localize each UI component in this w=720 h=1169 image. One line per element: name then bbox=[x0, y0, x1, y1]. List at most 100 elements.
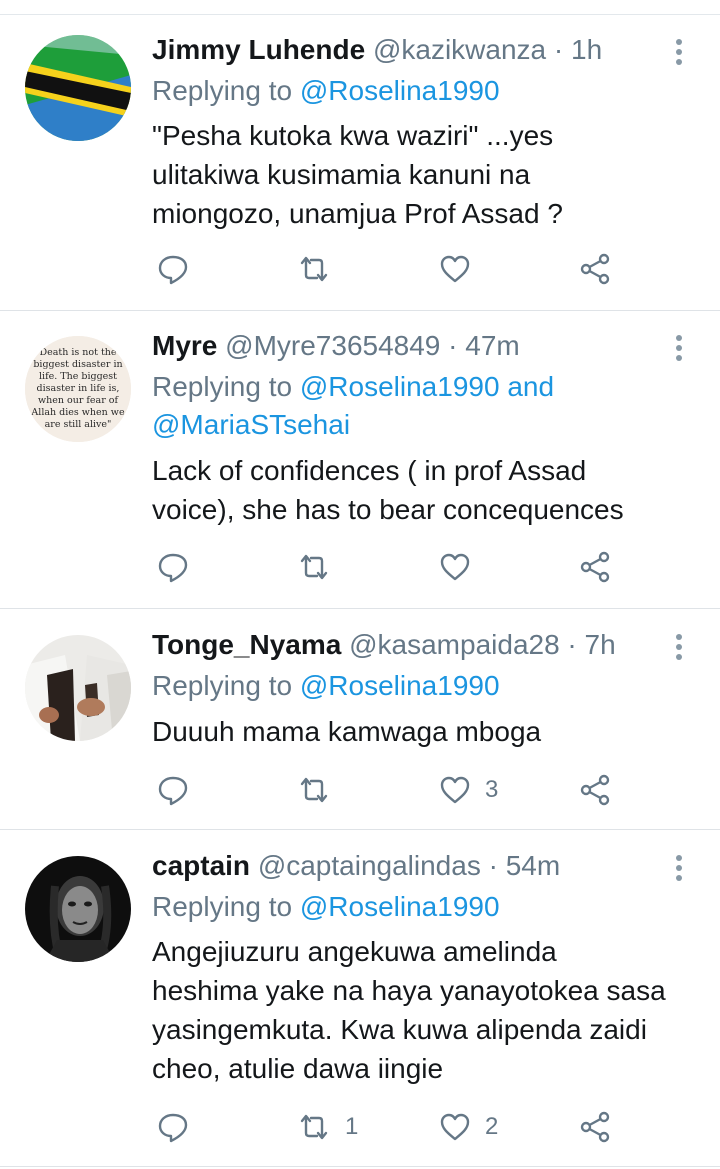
tweet-text-line: Lack of confidences ( in prof Assad bbox=[152, 455, 587, 486]
retweet-count: 1 bbox=[345, 1113, 359, 1140]
share-icon bbox=[580, 253, 610, 285]
like-icon bbox=[440, 776, 470, 804]
tweet-divider bbox=[0, 608, 720, 609]
like-count: 3 bbox=[485, 776, 499, 803]
tweet-divider bbox=[0, 1166, 720, 1167]
tweet-text: "Pesha kutoka kwa waziri" ...yes ulitaki… bbox=[152, 116, 697, 233]
timestamp[interactable]: 1h bbox=[571, 34, 602, 65]
top-divider bbox=[0, 14, 720, 15]
display-name[interactable]: Jimmy Luhende bbox=[152, 34, 365, 65]
separator-dot: · bbox=[440, 330, 466, 361]
reply-icon bbox=[158, 1113, 188, 1143]
retweet-icon bbox=[300, 256, 328, 282]
tweet-actions: 3 bbox=[0, 770, 720, 810]
tweet-text-line: heshima yake na haya yanayotokea sasa bbox=[152, 975, 666, 1006]
replying-to-label: Replying to bbox=[152, 891, 300, 922]
share-button[interactable] bbox=[579, 249, 611, 289]
like-icon bbox=[440, 255, 470, 283]
avatar-quote-line: biggest disaster in bbox=[33, 359, 122, 370]
replying-to-label: Replying to bbox=[152, 371, 300, 402]
reply-icon bbox=[158, 553, 188, 583]
replying-to: Replying to @Roselina1990 bbox=[152, 72, 692, 110]
like-count: 2 bbox=[485, 1113, 499, 1140]
tweet-text-line: voice), she has to bear concequences bbox=[152, 494, 624, 525]
timestamp[interactable]: 7h bbox=[585, 629, 616, 660]
replying-to: Replying to @Roselina1990 bbox=[152, 667, 692, 705]
tweet-header: Jimmy Luhende @kazikwanza · 1h bbox=[152, 32, 602, 68]
avatar-quote-line: Allah dies when we bbox=[30, 407, 125, 418]
tweet-header: Myre @Myre73654849 · 47m bbox=[152, 328, 520, 364]
replying-to: Replying to @Roselina1990 and @MariaSTse… bbox=[152, 368, 692, 444]
more-options-icon[interactable] bbox=[669, 855, 689, 885]
retweet-button[interactable] bbox=[297, 547, 345, 587]
display-name[interactable]: Myre bbox=[152, 330, 217, 361]
mention-link[interactable]: @Roselina1990 bbox=[300, 371, 500, 402]
retweet-icon bbox=[300, 1114, 328, 1140]
share-button[interactable] bbox=[579, 1107, 611, 1147]
tweet-text: Angejiuzuru angekuwa amelinda heshima ya… bbox=[152, 932, 697, 1088]
replying-to-label: Replying to bbox=[152, 75, 300, 106]
tweet-text-line: Angejiuzuru angekuwa amelinda bbox=[152, 936, 557, 967]
avatar-tonge-nyama[interactable] bbox=[25, 635, 131, 741]
like-button[interactable]: 2 bbox=[439, 1107, 498, 1147]
share-icon bbox=[580, 1111, 610, 1143]
avatar-quote-line: when our fear of bbox=[38, 395, 119, 406]
reply-button[interactable] bbox=[157, 1107, 189, 1147]
tweet-divider bbox=[0, 310, 720, 311]
avatar-quote-line: disaster in life is, bbox=[37, 383, 120, 394]
display-name[interactable]: Tonge_Nyama bbox=[152, 629, 341, 660]
display-name[interactable]: captain bbox=[152, 850, 250, 881]
more-options-icon[interactable] bbox=[669, 39, 689, 69]
reply-icon bbox=[158, 776, 188, 806]
separator-dot: · bbox=[480, 850, 506, 881]
mention-link[interactable]: @Roselina1990 bbox=[300, 670, 500, 701]
tweet-text-line: Duuuh mama kamwaga mboga bbox=[152, 716, 542, 747]
tweet-header: captain @captaingalindas · 54m bbox=[152, 848, 560, 884]
tweet-text: Lack of confidences ( in prof Assad voic… bbox=[152, 451, 697, 529]
avatar-myre[interactable]: Death is not the biggest disaster in lif… bbox=[25, 336, 131, 442]
timestamp[interactable]: 54m bbox=[506, 850, 560, 881]
user-handle[interactable]: @Myre73654849 bbox=[225, 330, 440, 361]
like-icon bbox=[440, 1113, 470, 1141]
mention-link[interactable]: @Roselina1990 bbox=[300, 891, 500, 922]
tweet-divider bbox=[0, 829, 720, 830]
avatar-quote-line: life. The biggest bbox=[39, 371, 117, 382]
avatar-quote-line: Death is not the bbox=[39, 347, 116, 358]
timestamp[interactable]: 47m bbox=[465, 330, 519, 361]
mention-link[interactable]: @Roselina1990 bbox=[300, 75, 500, 106]
share-button[interactable] bbox=[579, 547, 611, 587]
like-icon bbox=[440, 553, 470, 581]
avatar-captain[interactable] bbox=[25, 856, 131, 962]
user-handle[interactable]: @captaingalindas bbox=[258, 850, 481, 881]
replying-to-label: Replying to bbox=[152, 670, 300, 701]
like-button[interactable] bbox=[439, 249, 485, 289]
more-options-icon[interactable] bbox=[669, 634, 689, 664]
reply-button[interactable] bbox=[157, 249, 189, 289]
reply-icon bbox=[158, 255, 188, 285]
share-icon bbox=[580, 774, 610, 806]
retweet-button[interactable]: 1 bbox=[297, 1107, 358, 1147]
reply-button[interactable] bbox=[157, 547, 189, 587]
user-handle[interactable]: @kazikwanza bbox=[373, 34, 546, 65]
like-button[interactable]: 3 bbox=[439, 770, 498, 810]
share-icon bbox=[580, 551, 610, 583]
like-button[interactable] bbox=[439, 547, 485, 587]
tweet-text-line: miongozo, unamjua Prof Assad ? bbox=[152, 198, 563, 229]
share-button[interactable] bbox=[579, 770, 611, 810]
retweet-button[interactable] bbox=[297, 249, 345, 289]
tweet-actions: 1 2 bbox=[0, 1107, 720, 1147]
tweet-actions bbox=[0, 547, 720, 587]
avatar-jimmy-luhende[interactable] bbox=[25, 35, 131, 141]
more-options-icon[interactable] bbox=[669, 335, 689, 365]
user-handle[interactable]: @kasampaida28 bbox=[349, 629, 560, 660]
avatar-quote-line: are still alive" bbox=[45, 419, 112, 430]
tweet-text-line: cheo, atulie dawa iingie bbox=[152, 1053, 444, 1084]
retweet-button[interactable] bbox=[297, 770, 345, 810]
retweet-icon bbox=[300, 777, 328, 803]
retweet-icon bbox=[300, 554, 328, 580]
reply-button[interactable] bbox=[157, 770, 189, 810]
mention-link[interactable]: @MariaSTsehai bbox=[152, 409, 350, 440]
tweet-text-line: "Pesha kutoka kwa waziri" ...yes bbox=[152, 120, 554, 151]
mention-joiner: and bbox=[499, 371, 555, 402]
tweet-actions bbox=[0, 249, 720, 289]
